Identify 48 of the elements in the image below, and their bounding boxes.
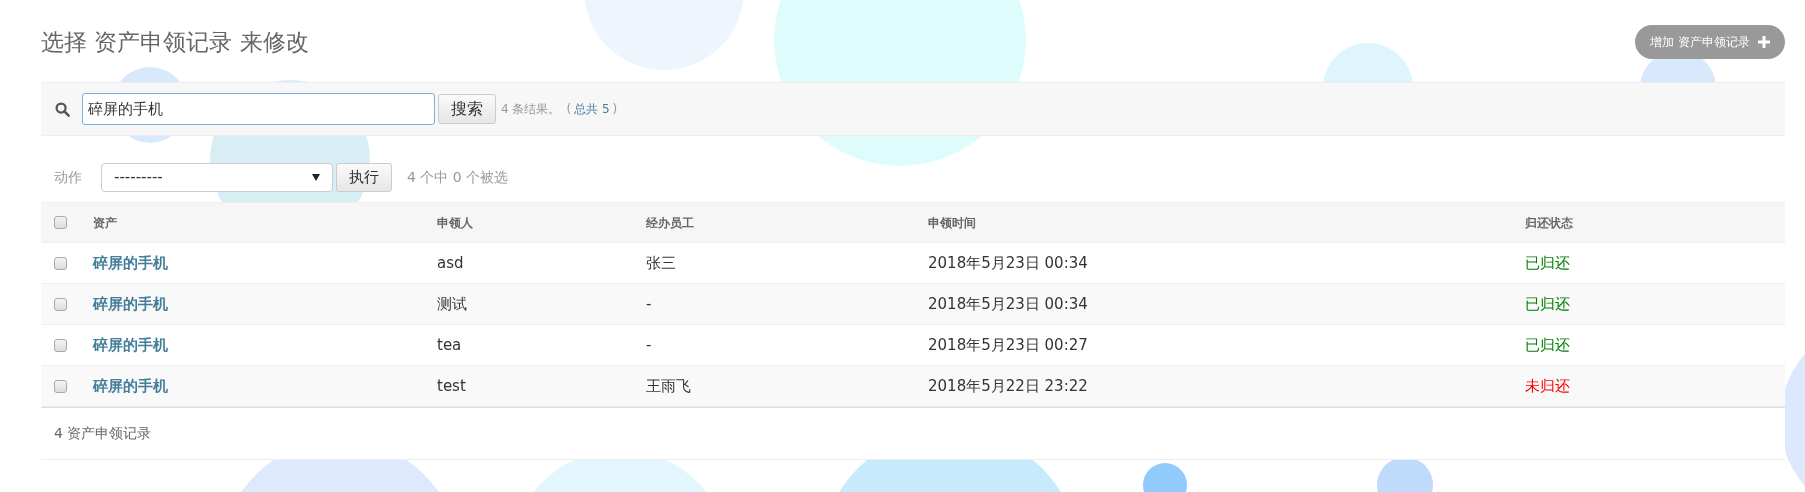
action-label: 动作 <box>54 167 82 187</box>
search-icon <box>55 101 70 117</box>
checkbox[interactable] <box>54 297 67 311</box>
status-text: 已归还 <box>1525 252 1570 274</box>
search-button[interactable]: 搜索 <box>438 94 496 124</box>
total-close-paren: ) <box>612 101 618 118</box>
table-cell-text: test <box>437 375 466 397</box>
table-cell-text: 2018年5月22日 23:22 <box>928 375 1088 397</box>
column-header[interactable]: 归还状态 <box>1525 213 1573 232</box>
table-cell-text: - <box>646 334 652 356</box>
record-count: 4 资产申领记录 <box>54 424 152 443</box>
checkbox[interactable] <box>54 338 67 352</box>
asset-link[interactable]: 碎屏的手机 <box>93 292 168 316</box>
status-text: 已归还 <box>1525 293 1570 315</box>
selection-counter: 4 个中 0 个被选 <box>407 167 509 187</box>
bubble <box>1143 463 1187 492</box>
table-cell-text: tea <box>437 334 462 356</box>
result-count: 4 条结果。 <box>501 101 561 118</box>
asset-link[interactable]: 碎屏的手机 <box>93 333 168 357</box>
column-header[interactable]: 申领时间 <box>928 213 976 232</box>
total-link[interactable]: 总共 5 <box>574 100 610 118</box>
table-cell-text: 王雨飞 <box>646 375 691 397</box>
table-cell-text: - <box>646 293 652 315</box>
total-open-paren: ( <box>566 101 572 118</box>
checkbox[interactable] <box>54 379 67 393</box>
table-cell-text: 测试 <box>437 293 467 315</box>
table-cell-text: 2018年5月23日 00:34 <box>928 252 1088 274</box>
bubble <box>1377 457 1433 492</box>
table-cell-text: 2018年5月23日 00:27 <box>928 334 1088 356</box>
column-header[interactable]: 经办员工 <box>646 213 694 232</box>
checkbox[interactable] <box>54 256 67 270</box>
checkbox[interactable] <box>54 216 67 229</box>
status-text: 未归还 <box>1525 375 1570 397</box>
status-text: 已归还 <box>1525 334 1570 356</box>
search-field[interactable]: 碎屏的手机 <box>82 93 435 125</box>
dropdown-caret-icon <box>312 173 320 181</box>
add-record-button[interactable]: 增加 资产申领记录 <box>1635 25 1785 59</box>
table-cell-text: 2018年5月23日 00:34 <box>928 293 1088 315</box>
run-button[interactable]: 执行 <box>336 162 392 192</box>
action-select[interactable]: --------- <box>101 162 333 192</box>
plus-icon <box>1758 36 1770 48</box>
asset-link[interactable]: 碎屏的手机 <box>93 251 168 275</box>
table-cell-text: 张三 <box>646 252 676 274</box>
table-cell-text: asd <box>437 252 464 274</box>
column-header[interactable]: 资产 <box>93 213 117 232</box>
column-header[interactable]: 申领人 <box>437 213 473 232</box>
page-title: 选择 资产申领记录 来修改 <box>41 27 309 57</box>
asset-link[interactable]: 碎屏的手机 <box>93 374 168 398</box>
